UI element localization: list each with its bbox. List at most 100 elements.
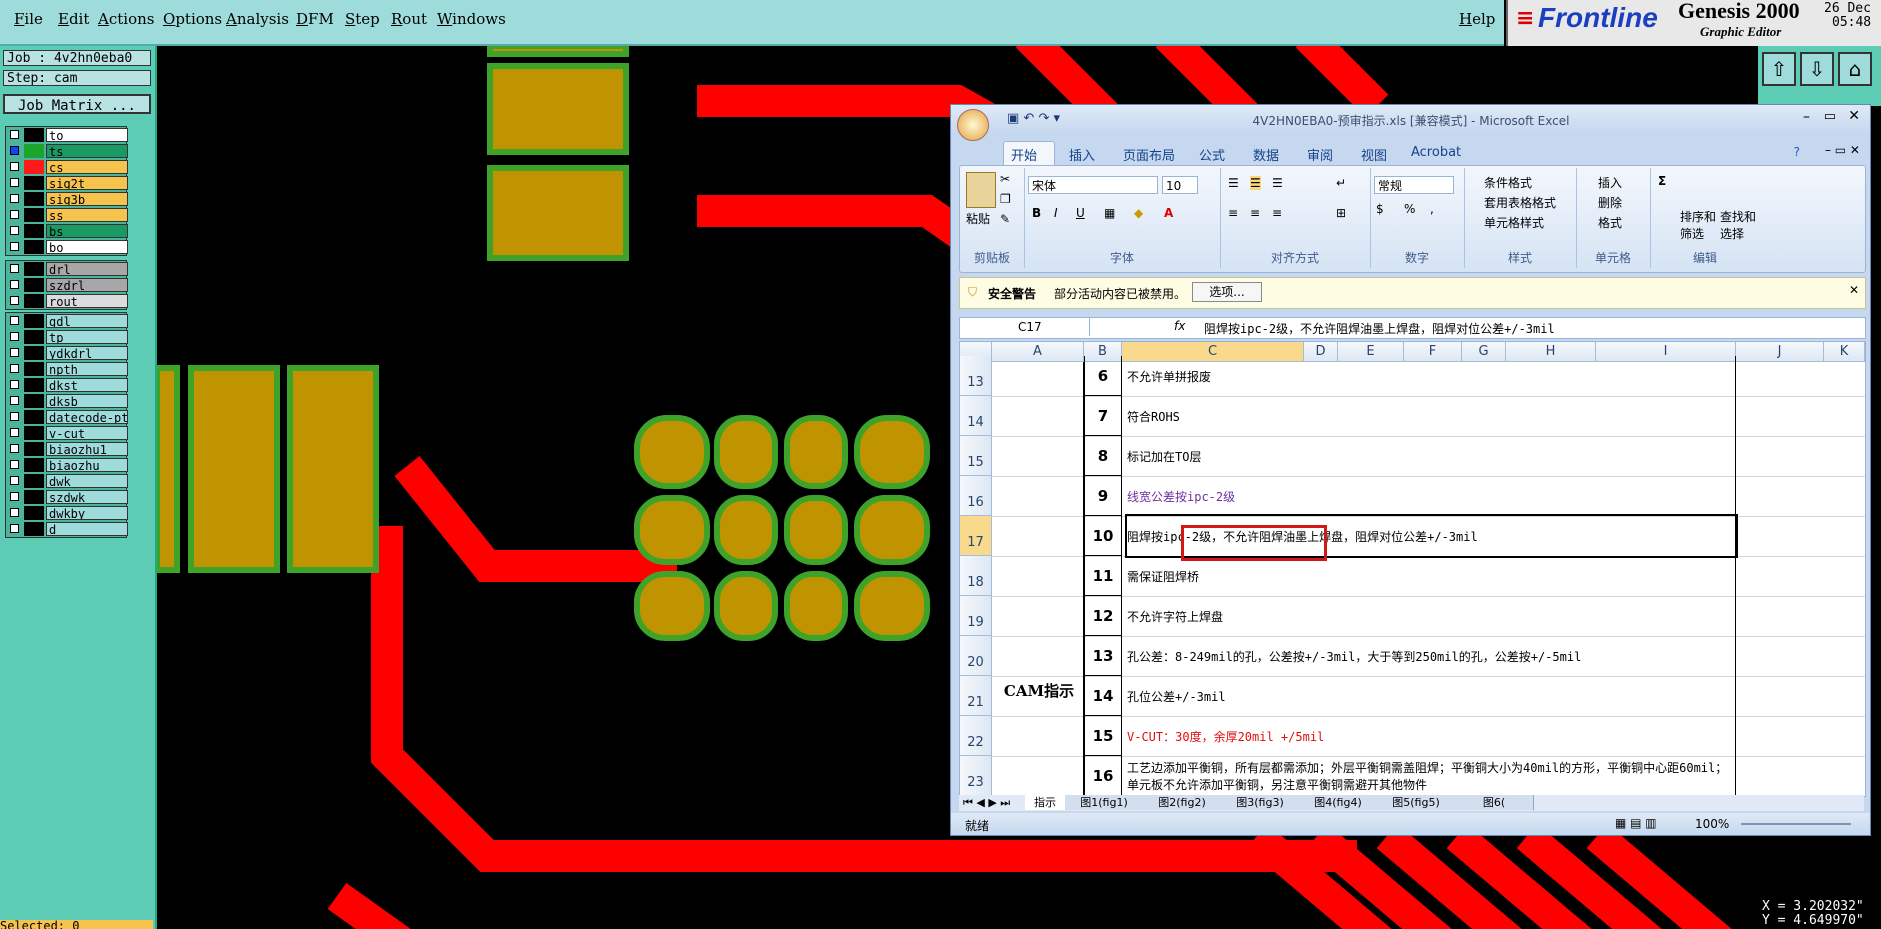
align-top-icon[interactable]: ☰ bbox=[1228, 176, 1239, 190]
table-row[interactable]: 13 孔公差：8-249mil的孔，公差按+/-3mil，大于等到250mil的孔… bbox=[992, 636, 1865, 677]
menu-windows[interactable]: Windows bbox=[437, 10, 506, 28]
layer-row[interactable]: bo bbox=[6, 239, 128, 255]
name-box[interactable]: C17 bbox=[960, 318, 1090, 336]
align-bottom-icon[interactable]: ☰ bbox=[1272, 176, 1283, 190]
options-button[interactable]: 选项... bbox=[1192, 282, 1262, 302]
layer-row[interactable]: to bbox=[6, 127, 128, 143]
view-mode-icon[interactable]: ▦ ▤ ▥ bbox=[1615, 816, 1657, 830]
row-header[interactable]: 20 bbox=[960, 636, 992, 676]
font-size-select[interactable]: 10 bbox=[1162, 176, 1198, 194]
layer-row[interactable]: dwkby bbox=[6, 505, 128, 521]
layer-row[interactable]: npth bbox=[6, 361, 128, 377]
table-row[interactable]: 9 线宽公差按ipc-2级 bbox=[992, 476, 1865, 517]
layer-checkbox[interactable] bbox=[10, 194, 19, 203]
border-icon[interactable]: ▦ bbox=[1104, 206, 1115, 220]
menu-actions[interactable]: Actions bbox=[98, 10, 154, 28]
layer-checkbox[interactable] bbox=[10, 508, 19, 517]
layer-row[interactable]: szdwk bbox=[6, 489, 128, 505]
layer-row[interactable]: dkst bbox=[6, 377, 128, 393]
layer-row[interactable]: d bbox=[6, 521, 128, 537]
format-cells-button[interactable]: 格式 bbox=[1598, 214, 1622, 231]
layer-checkbox[interactable] bbox=[10, 476, 19, 485]
layer-checkbox[interactable] bbox=[10, 380, 19, 389]
home-icon[interactable]: ⌂ bbox=[1838, 52, 1872, 86]
layer-row[interactable]: ydkdrl bbox=[6, 345, 128, 361]
layer-row[interactable]: biaozhu1 bbox=[6, 441, 128, 457]
row-header[interactable]: 18 bbox=[960, 556, 992, 596]
autosum-icon[interactable]: Σ bbox=[1658, 174, 1666, 188]
paste-icon[interactable] bbox=[966, 172, 996, 208]
sort-filter-button[interactable]: 排序和筛选 bbox=[1680, 208, 1720, 242]
row-header[interactable]: 22 bbox=[960, 716, 992, 756]
sheet-tab[interactable]: 图5(fig5) bbox=[1377, 795, 1456, 810]
align-right-icon[interactable]: ≡ bbox=[1272, 206, 1282, 220]
layer-row[interactable]: tp bbox=[6, 329, 128, 345]
save-down-icon[interactable]: ⇩ bbox=[1800, 52, 1834, 86]
table-row[interactable]: 11 需保证阻焊桥 bbox=[992, 556, 1865, 597]
layer-checkbox[interactable] bbox=[10, 492, 19, 501]
layer-checkbox[interactable] bbox=[10, 226, 19, 235]
underline-icon[interactable]: U bbox=[1076, 206, 1085, 220]
quick-access-save-icon[interactable]: ▣ ↶ ↷ ▾ bbox=[1007, 111, 1060, 126]
layer-checkbox[interactable] bbox=[10, 210, 19, 219]
tab-insert[interactable]: 插入 bbox=[1069, 145, 1095, 164]
copy-icon[interactable]: ❐ bbox=[1000, 192, 1011, 206]
find-select-button[interactable]: 查找和选择 bbox=[1720, 208, 1760, 242]
table-format-button[interactable]: 套用表格格式 bbox=[1484, 194, 1556, 211]
row-header[interactable]: 21 bbox=[960, 676, 992, 716]
layer-checkbox[interactable] bbox=[10, 348, 19, 357]
italic-icon[interactable]: I bbox=[1054, 206, 1058, 220]
menu-edit[interactable]: Edit bbox=[58, 10, 89, 28]
menu-rout[interactable]: Rout bbox=[391, 10, 427, 28]
tab-acrobat[interactable]: Acrobat bbox=[1411, 145, 1461, 160]
help-icon[interactable]: ? bbox=[1794, 145, 1800, 159]
layer-checkbox[interactable] bbox=[10, 280, 19, 289]
spreadsheet-grid[interactable]: A B C D E F G H I J K 13 6 不允许单拼报废 14 7 符合ROH… bbox=[959, 341, 1866, 797]
layer-row[interactable]: szdrl bbox=[6, 277, 128, 293]
tab-formulas[interactable]: 公式 bbox=[1199, 145, 1225, 164]
sheet-tab[interactable]: 图3(fig3) bbox=[1221, 795, 1300, 810]
table-row[interactable]: 10 阻焊按ipc-2级，不允许阻焊油墨上焊盘，阻焊对位公差+/-3mil bbox=[992, 514, 1865, 558]
row-header[interactable]: 13 bbox=[960, 356, 992, 396]
layer-row[interactable]: gdl bbox=[6, 313, 128, 329]
layer-checkbox[interactable] bbox=[10, 296, 19, 305]
sheet-tab[interactable]: 图1(fig1) bbox=[1065, 795, 1144, 810]
close-icon[interactable]: ✕ bbox=[1848, 108, 1860, 124]
layer-checkbox[interactable] bbox=[10, 428, 19, 437]
layer-checkbox[interactable] bbox=[10, 396, 19, 405]
font-color-icon[interactable]: A bbox=[1164, 206, 1173, 220]
layer-checkbox[interactable] bbox=[10, 444, 19, 453]
row-header[interactable]: 15 bbox=[960, 436, 992, 476]
align-left-icon[interactable]: ≡ bbox=[1228, 206, 1238, 220]
layer-row[interactable]: rout bbox=[6, 293, 128, 309]
currency-icon[interactable]: $ bbox=[1376, 202, 1384, 216]
layer-row[interactable]: dwk bbox=[6, 473, 128, 489]
tab-data[interactable]: 数据 bbox=[1253, 145, 1279, 164]
menu-dfm[interactable]: DFM bbox=[296, 10, 334, 28]
menu-options[interactable]: Options bbox=[163, 10, 222, 28]
comma-icon[interactable]: , bbox=[1430, 202, 1434, 216]
menu-file[interactable]: File bbox=[14, 10, 43, 28]
layer-row[interactable]: drl bbox=[6, 261, 128, 277]
table-row[interactable]: 8 标记加在TO层 bbox=[992, 436, 1865, 477]
menu-analysis[interactable]: Analysis bbox=[226, 10, 289, 28]
layer-checkbox[interactable] bbox=[10, 524, 19, 533]
sheet-tab[interactable]: 图4(fig4) bbox=[1299, 795, 1378, 810]
cut-icon[interactable]: ✂ bbox=[1000, 172, 1010, 186]
function-icon[interactable]: fx bbox=[1174, 319, 1185, 333]
number-format-select[interactable]: 常规 bbox=[1374, 176, 1454, 194]
row-header[interactable]: 17 bbox=[960, 516, 992, 556]
layer-checkbox[interactable] bbox=[10, 332, 19, 341]
conditional-format-button[interactable]: 条件格式 bbox=[1484, 174, 1532, 191]
maximize-icon[interactable]: ▭ bbox=[1824, 109, 1836, 124]
job-matrix-button[interactable]: Job Matrix ... bbox=[3, 94, 151, 114]
format-painter-icon[interactable]: ✎ bbox=[1000, 212, 1010, 226]
row-header[interactable]: 23 bbox=[960, 756, 992, 796]
delete-cells-button[interactable]: 删除 bbox=[1598, 194, 1622, 211]
table-row[interactable]: 12 不允许字符上焊盘 bbox=[992, 596, 1865, 637]
office-button-icon[interactable] bbox=[957, 109, 989, 141]
layer-checkbox[interactable] bbox=[10, 316, 19, 325]
align-middle-icon[interactable]: ☰ bbox=[1250, 176, 1261, 190]
layer-checkbox[interactable] bbox=[10, 412, 19, 421]
tab-home[interactable]: 开始 bbox=[1011, 145, 1037, 164]
